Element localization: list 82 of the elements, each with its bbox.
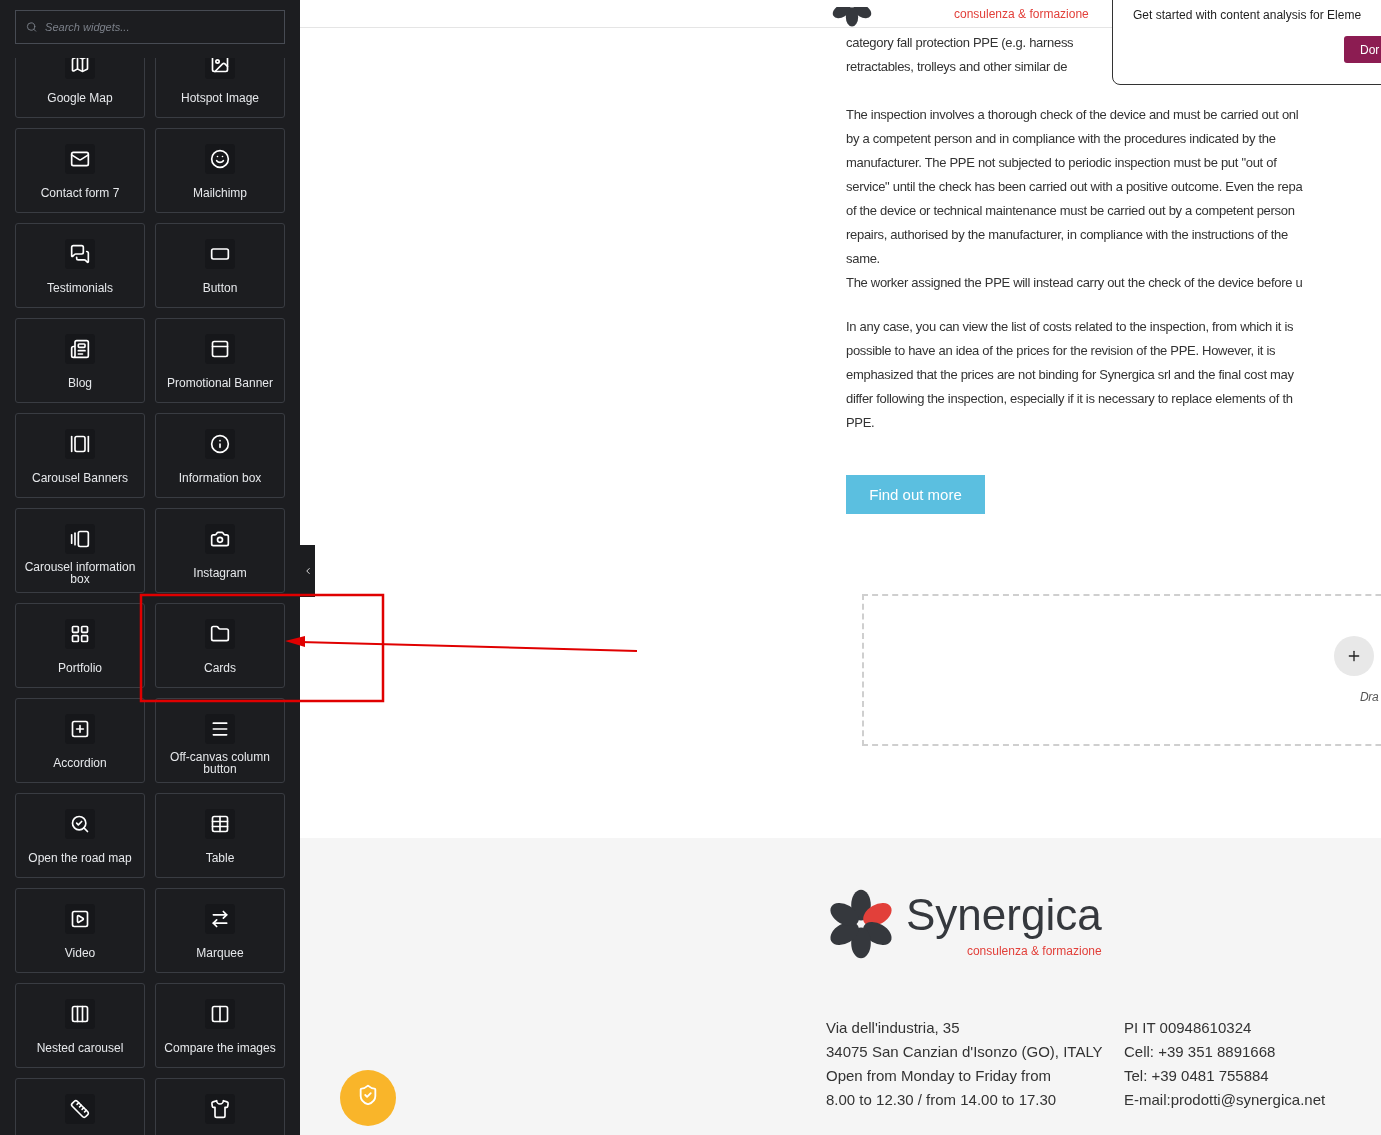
- widget-tile[interactable]: Carousel information box: [15, 508, 145, 593]
- drop-hint: Dra: [1360, 690, 1379, 704]
- widget-label: Testimonials: [47, 282, 113, 294]
- widget-label: Cards: [204, 662, 236, 674]
- header-tagline: consulenza & formazione: [954, 6, 1089, 23]
- add-section-button[interactable]: [1334, 636, 1374, 676]
- widget-tile[interactable]: Contact form 7: [15, 128, 145, 213]
- map-icon: [70, 58, 90, 74]
- table-icon: [210, 814, 230, 834]
- widget-tile[interactable]: Nested carousel: [15, 983, 145, 1068]
- footer-contact-text: PI IT 00948610324 Cell: +39 351 8891668 Tel: +39 0481 755884 E-mail:prodotti@synergica.net: [1124, 1018, 1326, 1110]
- accordion-icon: [70, 719, 90, 739]
- widget-tile[interactable]: Mailchimp: [155, 128, 285, 213]
- widget-tile[interactable]: Portfolio: [15, 603, 145, 688]
- widget-tile[interactable]: Google Map: [15, 58, 145, 118]
- widget-label: Contact form 7: [40, 187, 120, 199]
- shirt-icon: [210, 1099, 230, 1119]
- search-field[interactable]: Search widgets...: [15, 10, 285, 44]
- carousel-icon: [70, 434, 90, 454]
- article-paragraph: The inspection involves a thorough check of the device and must be carried out onl by a competent person and in compliance with the procedures indicated by the manufacturer. The PPE not subjected to periodic inspection must be put "out of service" until the check has been carried out with a positive outcome. Even the repa of the device or technical maintenance must be carried out by a competent person repairs, authorised by the manufacturer, in compliance with the instructions of the same. The worker assigned the PPE will instead carry out the check of the device before u: [846, 106, 1304, 292]
- widget-tile[interactable]: Accordion: [15, 698, 145, 783]
- widget-tile[interactable]: Cards: [155, 603, 285, 688]
- widget-tile[interactable]: Instagram: [155, 508, 285, 593]
- security-badge[interactable]: [340, 1070, 396, 1126]
- collapse-handle[interactable]: [300, 545, 315, 597]
- plus-icon: [1346, 648, 1362, 664]
- marquee-icon: [210, 909, 230, 929]
- envelope-icon: [70, 149, 90, 169]
- widget-label: Off-canvas column button: [169, 751, 271, 775]
- menu-icon: [210, 719, 230, 739]
- widget-label: Compare the images: [164, 1042, 276, 1054]
- info-icon: [210, 434, 230, 454]
- widget-tile[interactable]: Carousel Banners: [15, 413, 145, 498]
- widget-tile[interactable]: Button: [155, 223, 285, 308]
- article-paragraph: category fall protection PPE (e.g. harness retractables, trolleys and other similar de: [846, 34, 1075, 76]
- widget-tile[interactable]: Hotspot Image: [155, 58, 285, 118]
- search-icon: [26, 21, 38, 33]
- widget-label: Instagram: [193, 567, 247, 579]
- compare-icon: [210, 1004, 230, 1024]
- widget-tile[interactable]: Compare the images: [155, 983, 285, 1068]
- footer-contact-text: Via dell'industria, 35 34075 San Canzian d'Isonzo (GO), ITALY Open from Monday to Friday from 8.00 to 12.30 / from 14.00 to 17.30: [826, 1018, 1104, 1110]
- widget-label: Button: [202, 282, 238, 294]
- banner-icon: [210, 339, 230, 359]
- widget-label: Video: [64, 947, 96, 959]
- widget-label: Carousel information box: [23, 561, 137, 585]
- widget-tile[interactable]: Blog: [15, 318, 145, 403]
- footer-brand: Synergica: [906, 889, 1102, 941]
- shield-icon: [357, 1084, 379, 1106]
- widget-label: Portfolio: [58, 662, 102, 674]
- carousel-icon: [70, 1004, 90, 1024]
- popup-text: Get started with content analysis for Eleme: [1133, 7, 1363, 24]
- widget-label: Open the road map: [28, 852, 132, 864]
- widget-label: Marquee: [196, 947, 244, 959]
- article-paragraph: In any case, you can view the list of costs related to the inspection, from which it is possible to have an idea of the prices for the revision of the PPE. However, it is emphasized that the prices are not binding for Synergica srl and the final cost may differ following the inspection, especially if it is necessary to replace elements of th PPE.: [846, 318, 1295, 432]
- widget-label: Carousel Banners: [31, 472, 129, 484]
- carousel-icon: [70, 529, 90, 549]
- widget-label: Google Map: [47, 92, 113, 104]
- widget-label: Mailchimp: [193, 187, 247, 199]
- image-icon: [210, 58, 230, 74]
- widget-label: Nested carousel: [36, 1042, 124, 1054]
- widget-label: Accordion: [53, 757, 107, 769]
- popup-button[interactable]: Dor: [1344, 36, 1381, 63]
- widget-tile[interactable]: Information box: [155, 413, 285, 498]
- widget-tile[interactable]: Testimonials: [15, 223, 145, 308]
- footer-tagline: consulenza & formazione: [966, 943, 1102, 960]
- chat-bubbles-icon: [70, 244, 90, 264]
- ruler-icon: [70, 1099, 90, 1119]
- widget-label: Hotspot Image: [180, 92, 259, 104]
- widget-tile[interactable]: Marquee: [155, 888, 285, 973]
- widget-label: Information box: [178, 472, 262, 484]
- widget-tile[interactable]: Video: [15, 888, 145, 973]
- widget-tile[interactable]: Promotional Banner: [155, 318, 285, 403]
- widget-label: Promotional Banner: [166, 377, 274, 389]
- widget-tile[interactable]: Off-canvas column button: [155, 698, 285, 783]
- widget-label: Table: [205, 852, 235, 864]
- grid-icon: [70, 624, 90, 644]
- widget-tile[interactable]: Open the road map: [15, 793, 145, 878]
- blog-icon: [70, 339, 90, 359]
- search-input[interactable]: Search widgets...: [45, 18, 274, 36]
- video-icon: [70, 909, 90, 929]
- widget-label: Blog: [68, 377, 92, 389]
- widget-tile[interactable]: Table: [155, 793, 285, 878]
